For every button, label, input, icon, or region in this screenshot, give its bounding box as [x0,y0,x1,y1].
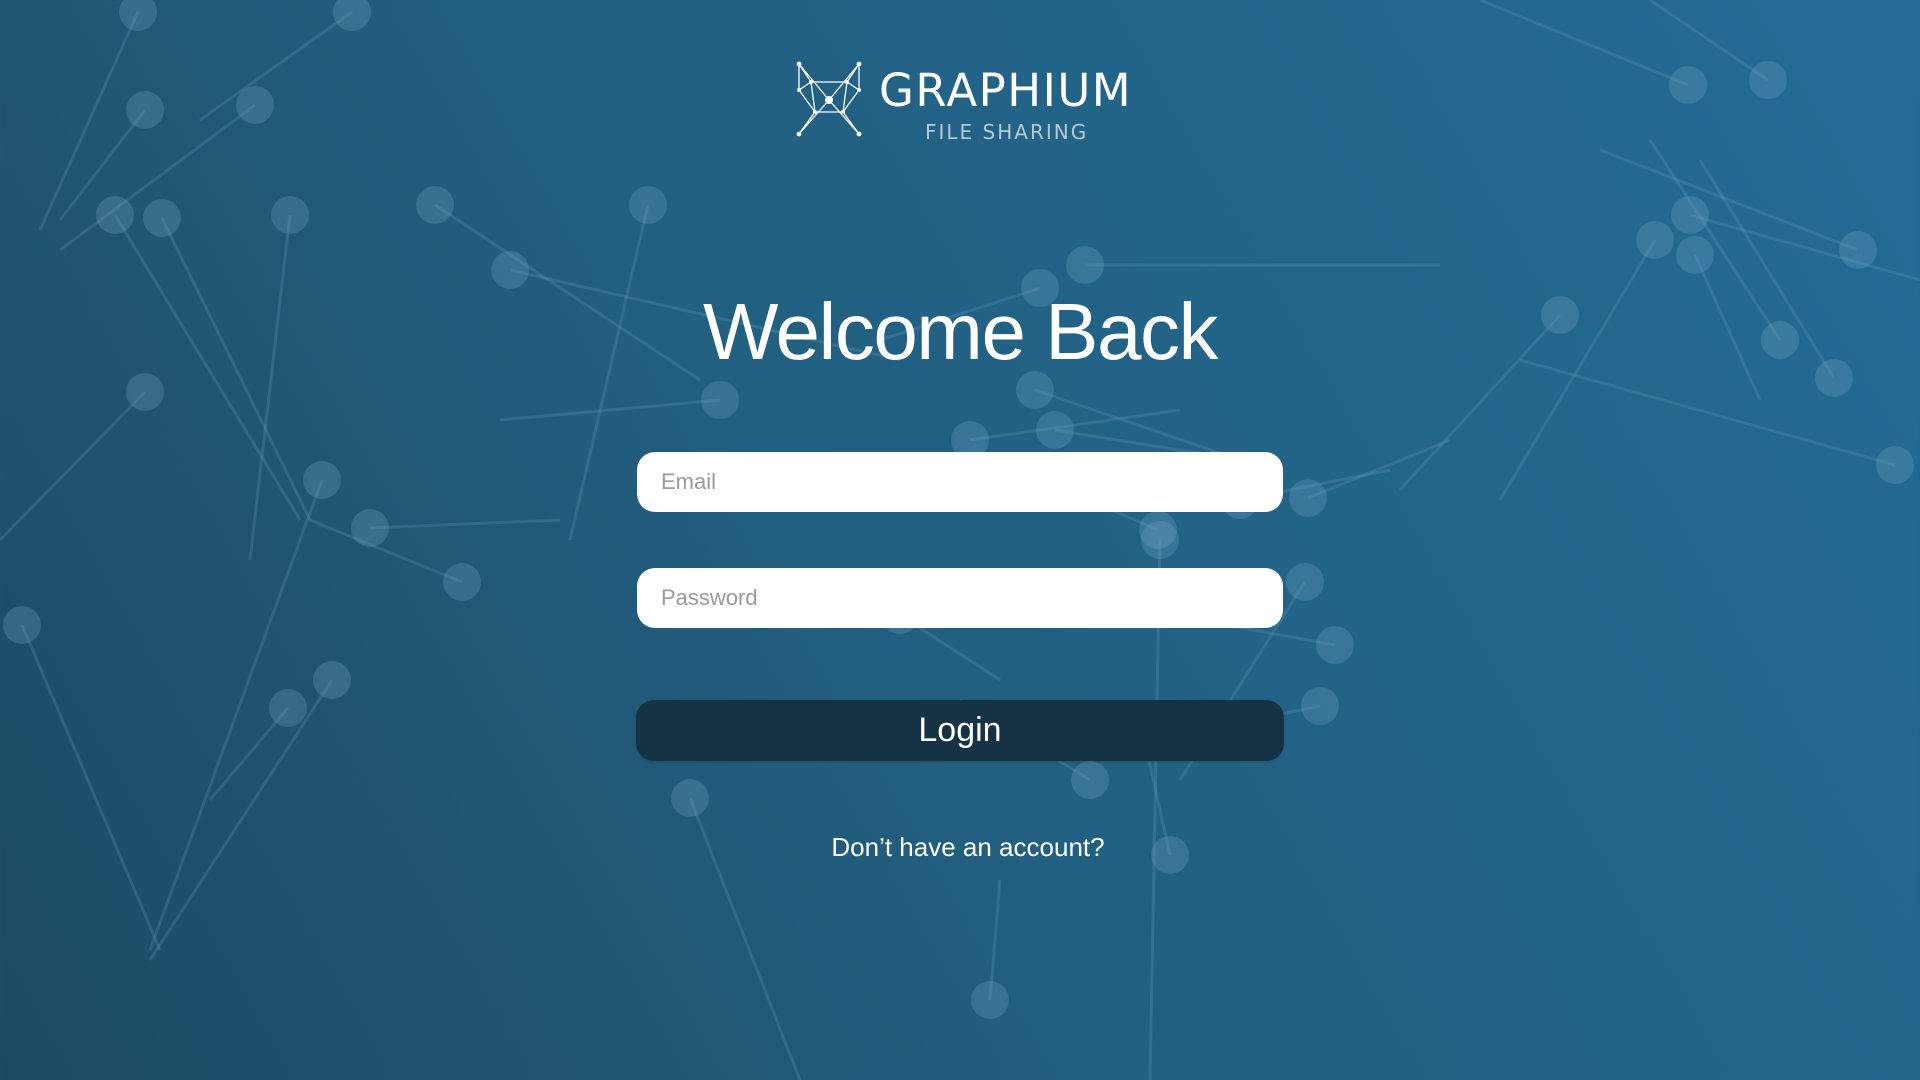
background-pin-head [313,661,351,699]
login-button[interactable]: Login [636,700,1284,761]
background-pin-pattern [0,0,1920,1080]
background-pin-line [369,518,561,530]
background-pin-head [1066,246,1104,284]
background-pin-line [499,398,721,422]
background-pin-head [303,461,341,499]
background-pin-line [1307,438,1451,500]
email-field[interactable] [637,452,1283,512]
background-pin-head [1301,687,1339,725]
brand-name: GRAPHIUM [879,64,1133,117]
background-pin-head [271,196,309,234]
background-pin-line [1649,0,1769,82]
background-pin-head [1876,446,1914,484]
background-pin-head [1749,61,1787,99]
background-pin-line [1689,213,1920,282]
background-pin-head [701,381,739,419]
background-pin-head [351,509,389,547]
background-pin-line [1479,0,1689,87]
background-pin-head [671,779,709,817]
background-pin-head [333,0,371,31]
background-pin-head [96,196,134,234]
background-pin-line [199,10,353,122]
background-pin-head [1139,511,1177,549]
background-pin-head [1636,221,1674,259]
background-pin-line [20,624,162,951]
background-pin-head [1839,231,1877,269]
background-pin-line [248,214,292,561]
background-pin-line [148,679,334,961]
background-pin-head [126,91,164,129]
background-pin-head [1071,761,1109,799]
background-pin-head [3,606,41,644]
background-pin-head [491,251,529,289]
background-pin-head [629,186,667,224]
background-pin-line [0,390,147,542]
background-pin-head [971,981,1009,1019]
brand-tagline: FILE SHARING [925,120,1089,144]
background-pin-head [126,373,164,411]
page-title: Welcome Back [702,287,1219,376]
background-pin-head [443,563,481,601]
password-field[interactable] [637,568,1283,628]
background-pin-head [143,199,181,237]
background-pin-line [969,408,1181,442]
background-pin-line [38,11,140,231]
background-pin-head [1316,626,1354,664]
brand-logo: GRAPHIUM FILE SHARING [795,58,1145,148]
network-graph-icon [796,61,862,137]
background-pin-head [1669,66,1707,104]
background-pin-head [236,86,274,124]
background-pin-head [1016,371,1054,409]
signup-link[interactable]: Don’t have an account? [0,832,1920,863]
background-pin-head [1676,236,1714,274]
background-pin-head [416,186,454,224]
background-pin-head [269,689,307,727]
background-pin-head [119,0,157,31]
background-pin-head [1286,563,1324,601]
